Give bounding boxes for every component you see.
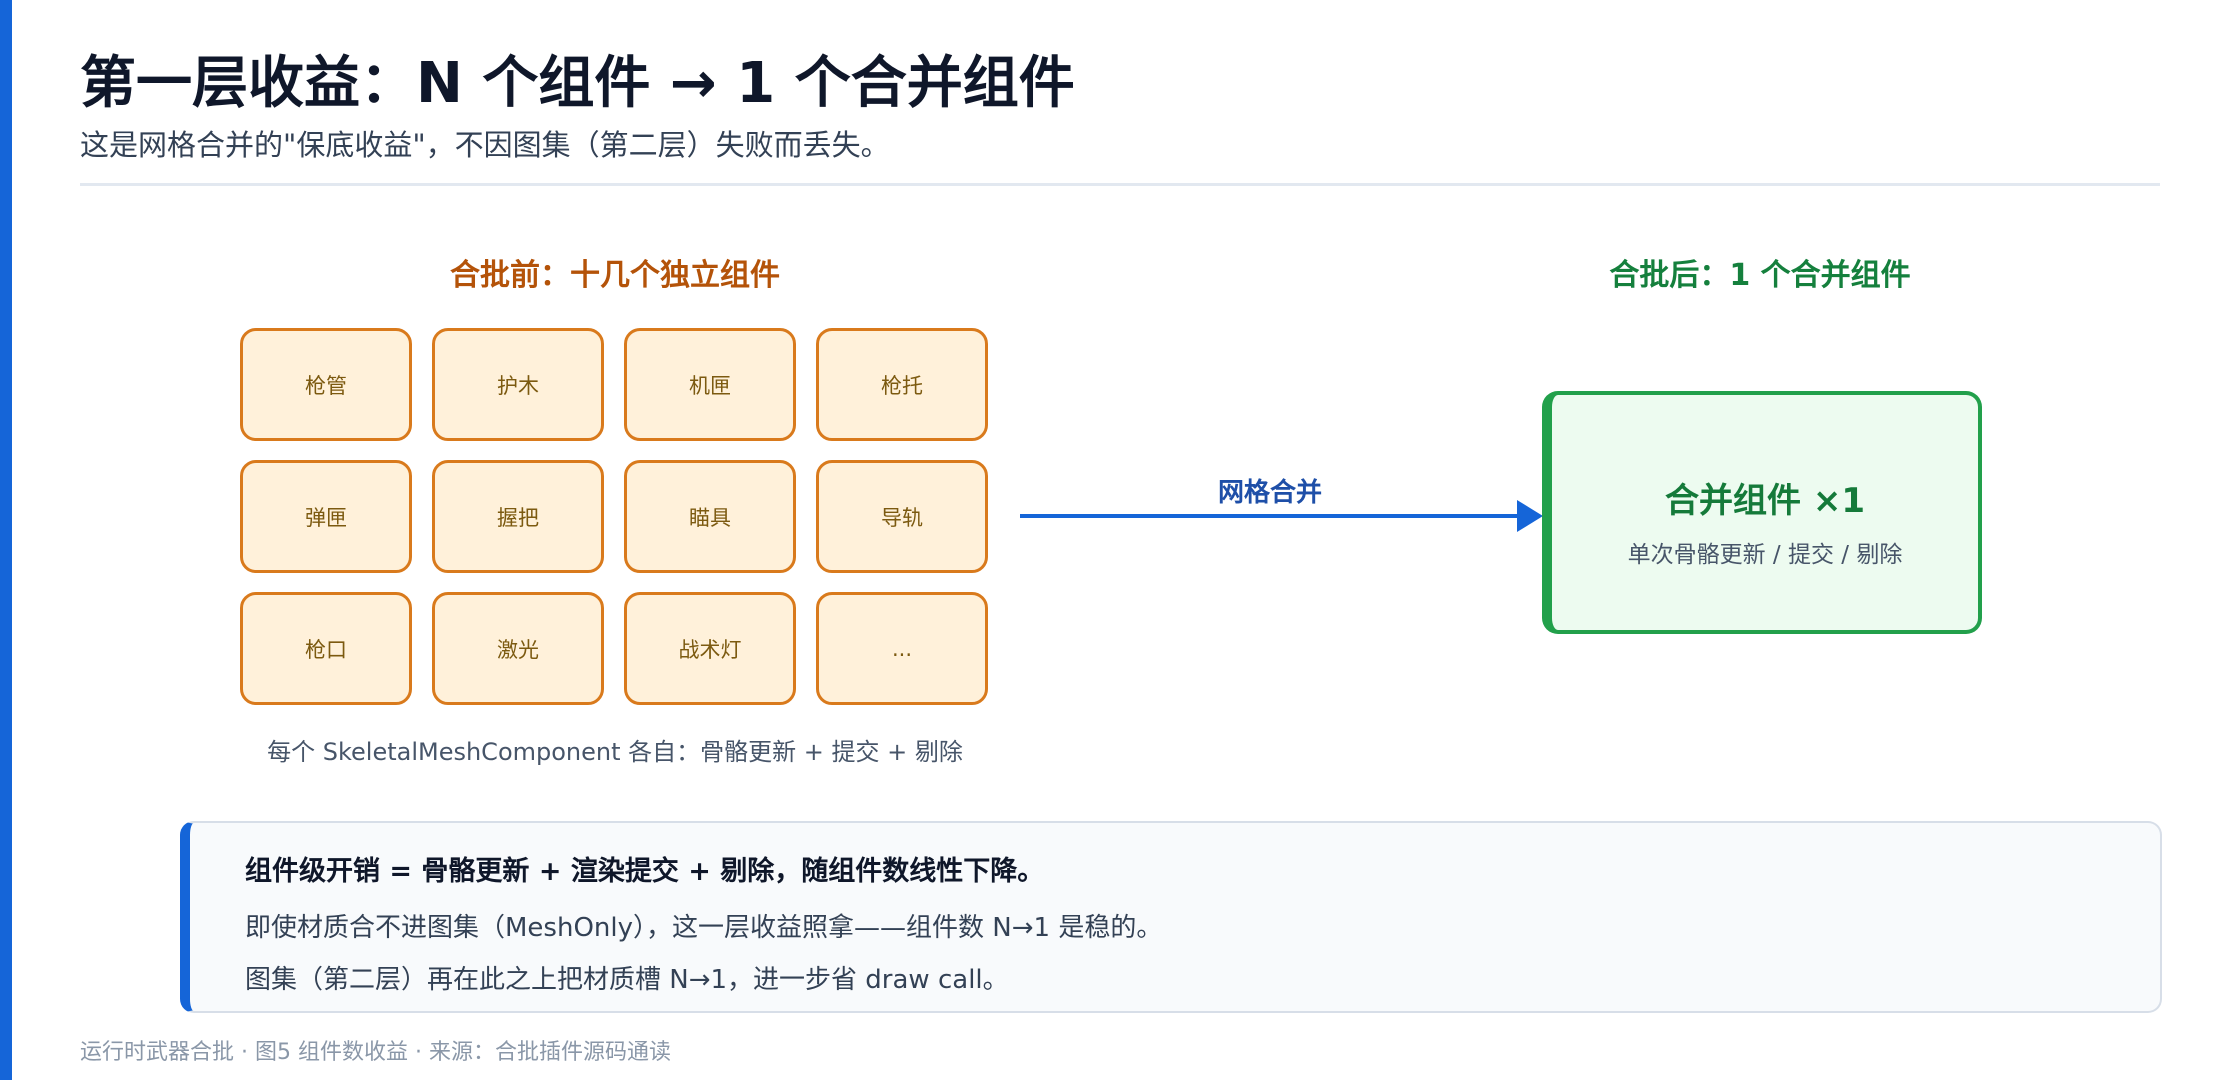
note-line: 即使材质合不进图集（MeshOnly），这一层收益照拿——组件数 N→1 是稳的… — [245, 913, 1163, 943]
grid-caption: 每个 SkeletalMeshComponent 各自：骨骼更新 + 提交 + … — [267, 738, 963, 766]
component-box: 护木 — [432, 328, 604, 441]
component-box: 枪管 — [240, 328, 412, 441]
page-title: 第一层收益：N 个组件 → 1 个合并组件 — [80, 51, 1075, 116]
note-line: 图集（第二层）再在此之上把材质槽 N→1，进一步省 draw call。 — [245, 965, 1009, 995]
page-subtitle: 这是网格合并的"保底收益"，不因图集（第二层）失败而丢失。 — [80, 128, 890, 162]
after-heading: 合批后：1 个合并组件 — [1609, 258, 1911, 293]
component-grid: 枪管 护木 机匣 枪托 弹匣 握把 瞄具 导轨 枪口 激光 战术灯 ... — [240, 328, 988, 705]
left-accent-bar — [0, 0, 12, 1080]
component-box: 枪托 — [816, 328, 988, 441]
merged-component-title: 合并组件 ×1 — [1665, 481, 1865, 521]
header-divider — [80, 183, 2160, 186]
arrow-right-icon — [1517, 500, 1543, 532]
component-box: 导轨 — [816, 460, 988, 573]
merge-arrow-line — [1020, 514, 1520, 518]
merged-component-subtitle: 单次骨骼更新 / 提交 / 剔除 — [1627, 542, 1903, 568]
summary-note: 组件级开销 = 骨骼更新 + 渲染提交 + 剔除，随组件数线性下降。 即使材质合… — [180, 821, 2162, 1013]
component-box: 握把 — [432, 460, 604, 573]
component-box: 弹匣 — [240, 460, 412, 573]
merged-component-box: 合并组件 ×1 单次骨骼更新 / 提交 / 剔除 — [1542, 391, 1982, 634]
component-box: 激光 — [432, 592, 604, 705]
before-heading: 合批前：十几个独立组件 — [450, 258, 780, 293]
component-box: 机匣 — [624, 328, 796, 441]
merge-arrow-label: 网格合并 — [1217, 478, 1322, 508]
note-line-emphasis: 组件级开销 = 骨骼更新 + 渲染提交 + 剔除，随组件数线性下降。 — [245, 856, 1045, 887]
figure-footer: 运行时武器合批 · 图5 组件数收益 · 来源：合批插件源码通读 — [80, 1040, 671, 1065]
component-box: 枪口 — [240, 592, 412, 705]
component-box: 战术灯 — [624, 592, 796, 705]
component-box-ellipsis: ... — [816, 592, 988, 705]
component-box: 瞄具 — [624, 460, 796, 573]
